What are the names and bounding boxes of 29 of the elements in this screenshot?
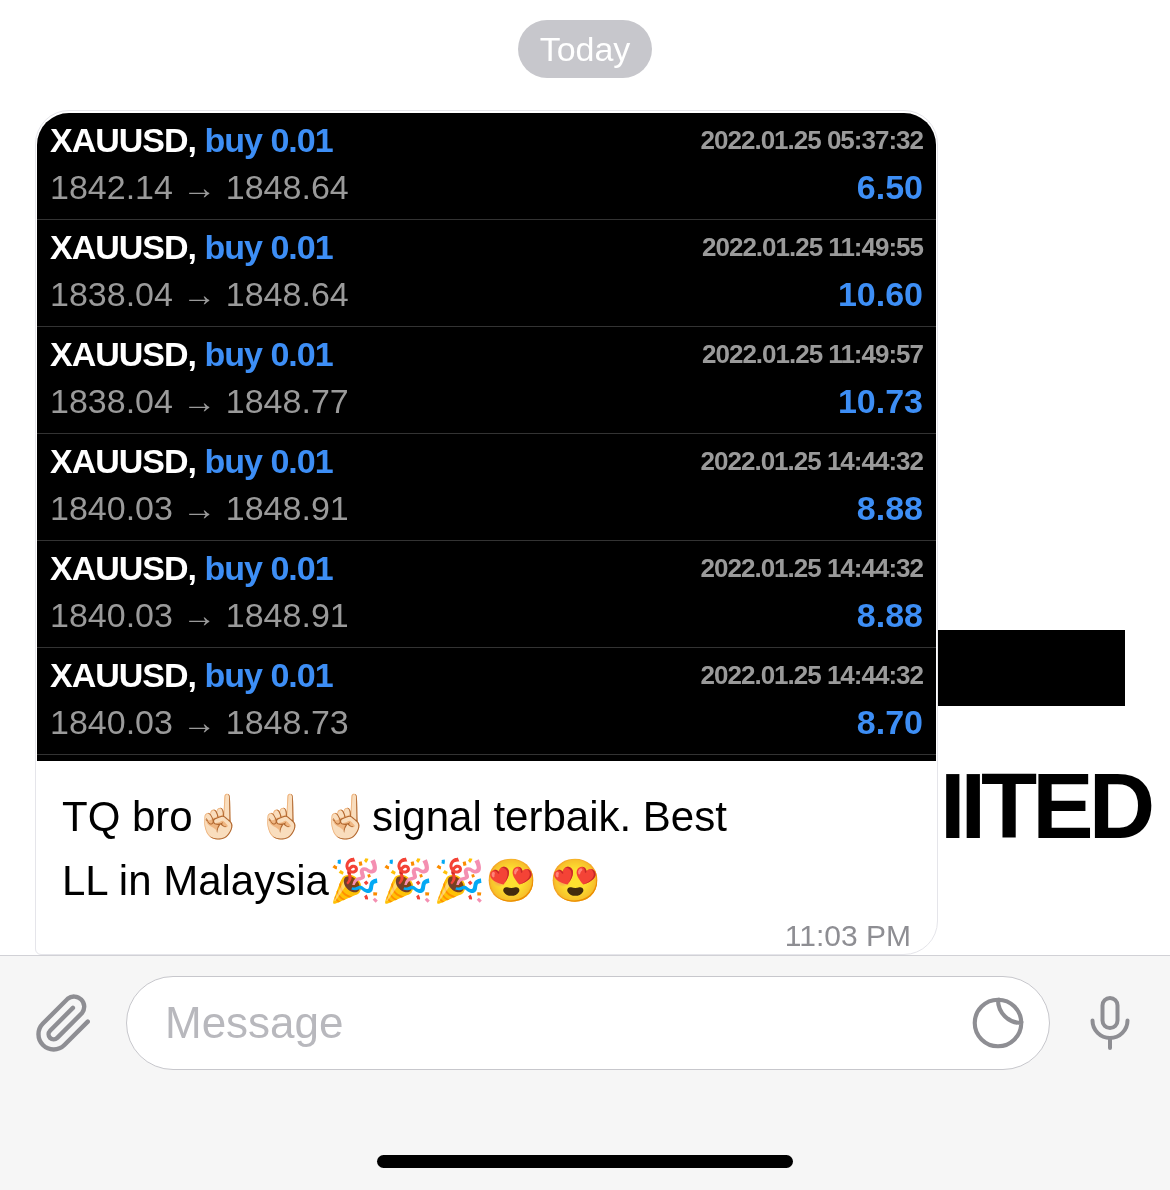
- message-field[interactable]: Message: [126, 976, 1050, 1070]
- trade-time: 2022.01.25 11:49:57: [702, 338, 923, 371]
- message-time: 11:03 PM: [784, 918, 911, 954]
- trade-profit: 10.60: [837, 274, 923, 315]
- trade-time: 2022.01.25 14:44:32: [700, 552, 923, 585]
- trade-title: XAUUSD, buy 0.01: [50, 334, 334, 375]
- trade-title: XAUUSD, buy 0.01: [50, 655, 334, 696]
- trade-prices: 1840.03 → 1848.91: [50, 595, 349, 636]
- message-input[interactable]: Message: [165, 990, 967, 1056]
- trade-time: 2022.01.25 05:37:32: [700, 124, 923, 157]
- trade-time: 2022.01.25 14:44:32: [700, 659, 923, 692]
- background-text: IITED: [940, 760, 1151, 852]
- trade-prices: 1840.03 → 1848.91: [50, 488, 349, 529]
- trade-prices: 1838.04 → 1848.64: [50, 274, 349, 315]
- trade-profit: 8.70: [856, 702, 923, 743]
- trade-profit: 6.50: [856, 167, 923, 208]
- trade-time: 2022.01.25 14:44:32: [700, 445, 923, 478]
- trade-time: 2022.01.25 11:49:55: [702, 231, 923, 264]
- trade-title: XAUUSD, buy 0.01: [50, 441, 334, 482]
- trade-profit: 8.88: [856, 488, 923, 529]
- trade-title: XAUUSD, buy 0.01: [50, 227, 334, 268]
- trade-prices: 1838.04 → 1848.77: [50, 381, 349, 422]
- message-text: TQ bro☝🏻 ☝🏻 ☝🏻signal terbaik. Best LL in Malaysia🎉🎉🎉😍 😍: [62, 792, 728, 906]
- trade-prices: 1840.03 → 1848.73: [50, 702, 349, 743]
- trade-profit: 10.73: [837, 381, 923, 422]
- trade-prices: 1842.14 → 1848.64: [50, 167, 349, 208]
- trade-profit: 8.88: [856, 595, 923, 636]
- trade-title: XAUUSD, buy 0.01: [50, 120, 334, 161]
- trade-title: XAUUSD, buy 0.01: [50, 548, 334, 589]
